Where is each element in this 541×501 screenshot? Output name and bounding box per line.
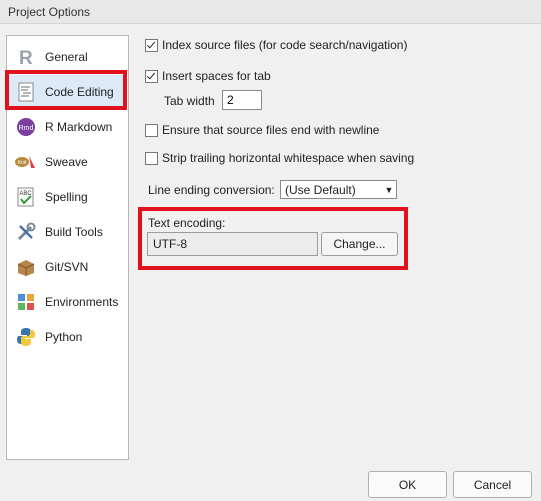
sidebar-item-label: Git/SVN <box>45 259 89 274</box>
text-encoding-label: Text encoding: <box>148 216 226 230</box>
strip-whitespace-label: Strip trailing horizontal whitespace whe… <box>162 151 415 165</box>
sidebar-item-git-svn[interactable]: Git/SVN <box>8 250 127 283</box>
line-ending-value: (Use Default) <box>285 182 356 197</box>
sidebar-item-spelling[interactable]: ABC Spelling <box>8 180 127 213</box>
line-ending-select[interactable]: (Use Default) ▼ <box>280 180 397 199</box>
cancel-button[interactable]: Cancel <box>453 471 532 498</box>
window-title: Project Options <box>8 5 91 19</box>
sidebar-item-label: General <box>45 49 88 64</box>
sidebar-item-build-tools[interactable]: Build Tools <box>8 215 127 248</box>
options-sidebar: R General Code Editing Rmd R Markdown Kn… <box>6 35 129 460</box>
change-encoding-button[interactable]: Change... <box>321 232 398 256</box>
sidebar-item-r-markdown[interactable]: Rmd R Markdown <box>8 110 127 143</box>
sidebar-item-environments[interactable]: Environments <box>8 285 127 318</box>
rmd-icon: Rmd <box>15 116 37 138</box>
environments-icon <box>15 291 37 313</box>
index-source-label: Index source files (for code search/navi… <box>162 38 408 52</box>
title-bar: Project Options <box>0 0 541 24</box>
ensure-newline-checkbox[interactable] <box>145 123 158 137</box>
insert-spaces-checkbox[interactable] <box>145 69 158 83</box>
text-encoding-field: UTF-8 <box>147 232 318 256</box>
sidebar-item-label: Build Tools <box>45 224 103 239</box>
sidebar-item-python[interactable]: Python <box>8 320 127 353</box>
code-document-icon <box>15 81 37 103</box>
r-logo-icon: R <box>15 46 37 68</box>
sidebar-item-label: Python <box>45 329 83 344</box>
strip-whitespace-checkbox[interactable] <box>145 151 158 165</box>
svg-text:Rmd: Rmd <box>19 125 34 132</box>
dropdown-arrow-icon: ▼ <box>384 184 394 195</box>
index-source-checkbox[interactable] <box>145 38 158 52</box>
python-icon <box>15 326 37 348</box>
sidebar-item-label: Code Editing <box>45 84 114 99</box>
git-box-icon <box>15 256 37 278</box>
option-insert-spaces[interactable]: Insert spaces for tab <box>145 69 271 83</box>
sidebar-item-label: Environments <box>45 294 119 309</box>
option-index-source[interactable]: Index source files (for code search/navi… <box>145 38 407 52</box>
ensure-newline-label: Ensure that source files end with newlin… <box>162 123 380 137</box>
sidebar-item-label: R Markdown <box>45 119 113 134</box>
tab-width-label: Tab width <box>164 94 215 108</box>
sidebar-item-label: Spelling <box>45 189 88 204</box>
sidebar-item-general[interactable]: R General <box>8 40 127 73</box>
ok-button[interactable]: OK <box>368 471 447 498</box>
insert-spaces-label: Insert spaces for tab <box>162 69 271 83</box>
svg-text:Knit: Knit <box>18 160 27 166</box>
spellcheck-icon: ABC <box>15 186 37 208</box>
option-ensure-newline[interactable]: Ensure that source files end with newlin… <box>145 123 379 137</box>
sidebar-item-sweave[interactable]: Knit Sweave <box>8 145 127 178</box>
tools-icon <box>15 221 37 243</box>
sweave-icon: Knit <box>15 151 37 173</box>
svg-text:R: R <box>19 48 33 67</box>
option-strip-whitespace[interactable]: Strip trailing horizontal whitespace whe… <box>145 151 414 165</box>
sidebar-item-label: Sweave <box>45 154 88 169</box>
line-ending-label: Line ending conversion: <box>148 183 275 197</box>
sidebar-item-code-editing[interactable]: Code Editing <box>8 75 127 108</box>
tab-width-input[interactable] <box>222 90 262 110</box>
